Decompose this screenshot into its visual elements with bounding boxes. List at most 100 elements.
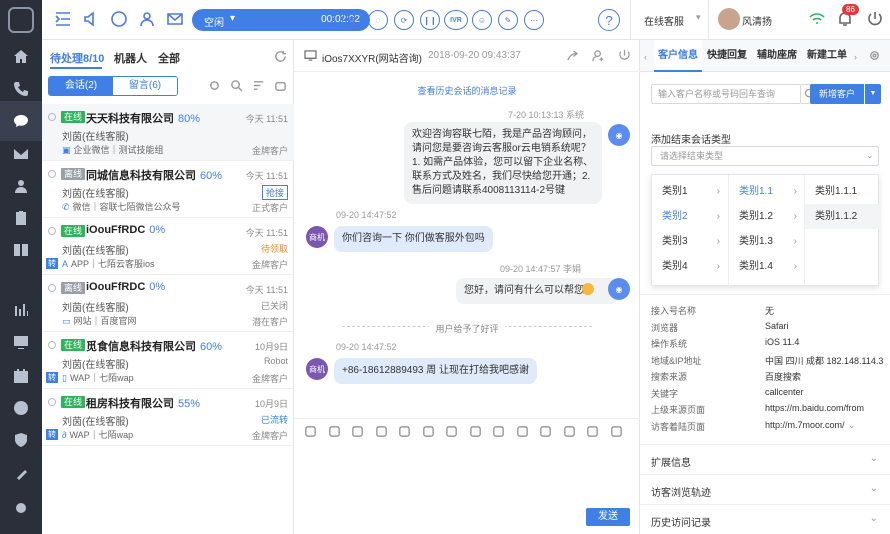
refresh-icon[interactable] — [274, 50, 288, 64]
history-link[interactable]: 查看历史会话的消息记录 — [294, 84, 640, 97]
agent-state-dropdown[interactable]: 在线客服 — [644, 13, 684, 28]
monitor-icon[interactable] — [11, 332, 31, 352]
cascader-option[interactable]: 类别2 › — [652, 204, 728, 229]
image-icon[interactable] — [375, 425, 389, 439]
new-customer-button[interactable]: 新增客户 — [810, 84, 864, 104]
section-extended-info[interactable]: 扩展信息 ⌄ — [640, 444, 890, 474]
settings-icon[interactable] — [11, 498, 31, 518]
conversation-item[interactable]: 离线 同城信息科技有限公司 60% 今天 11:51 刘茵(在线客服) 抢接 ✆ 微信｜容联七… — [42, 161, 294, 218]
gear-icon[interactable] — [868, 49, 882, 63]
session-state[interactable]: 抢接 — [261, 185, 288, 200]
agent-name[interactable]: 风清扬 — [742, 13, 772, 28]
cascader-option[interactable]: 类别4 › — [652, 254, 728, 279]
pause-icon[interactable]: ❙❙ — [420, 10, 440, 30]
power-icon[interactable] — [866, 10, 886, 30]
phone-icon[interactable] — [11, 79, 31, 99]
tab-assist[interactable]: 辅助座席 — [752, 40, 802, 72]
cascader-option[interactable]: 类别3 › — [652, 229, 728, 254]
info-row: 地域&IP地址 中国 四川 成都 182.148.114.3 — [651, 355, 884, 366]
tab-robot[interactable]: 机器人 — [114, 50, 147, 66]
video-icon[interactable] — [398, 425, 412, 439]
power-icon[interactable] — [618, 49, 632, 63]
emoji-icon[interactable] — [328, 425, 342, 439]
contacts-icon[interactable] — [11, 176, 31, 196]
conversation-item[interactable]: 在线 租房科技有限公司 55% 10月9日 刘茵(在线客服) 已流转转 ∂ WAP｜七陌wap… — [42, 389, 294, 446]
scissors-icon[interactable] — [351, 425, 365, 439]
chat-bubble-icon[interactable] — [110, 10, 130, 30]
cascader-option[interactable]: 类别1.2 › — [729, 204, 805, 229]
chat-icon[interactable] — [0, 101, 42, 141]
help-icon[interactable]: ? — [598, 9, 620, 31]
customer-search-input[interactable]: 输入客户名称或号码回车查询 — [651, 84, 801, 104]
tab-all[interactable]: 全部 — [158, 50, 180, 66]
note-icon[interactable]: ✎ — [498, 10, 518, 30]
mail-icon[interactable] — [11, 144, 31, 164]
hangup-icon[interactable]: ☎ — [342, 10, 362, 30]
conversation-item[interactable]: 在线 iOouFfRDC 0% 今天 11:51 刘茵(在线客服) 待领取转 A APP｜七陌… — [42, 218, 294, 275]
cascader-option[interactable]: 类别1.3 › — [729, 229, 805, 254]
speaker-icon[interactable] — [82, 10, 102, 30]
delete-icon[interactable] — [610, 425, 624, 439]
chevron-left-icon[interactable]: ‹ — [644, 52, 647, 62]
stats-icon[interactable] — [11, 300, 31, 320]
send-button[interactable]: 发送 — [586, 508, 630, 526]
select-radio[interactable] — [48, 341, 56, 349]
section-visitor-trail[interactable]: 访客浏览轨迹 ⌄ — [640, 474, 890, 504]
user-card-icon[interactable] — [539, 425, 553, 439]
tab-customer-info[interactable]: 客户信息 — [654, 40, 702, 72]
search-icon[interactable] — [230, 79, 244, 93]
cascader-option[interactable]: 类别1.1.1 — [805, 179, 881, 204]
cascader-option[interactable]: 类别1.1 › — [729, 179, 805, 204]
select-radio[interactable] — [48, 170, 56, 178]
leaf-icon[interactable] — [469, 425, 483, 439]
consult-icon[interactable]: ☺ — [472, 10, 492, 30]
collapse-icon[interactable] — [54, 10, 74, 30]
sort-icon[interactable] — [252, 79, 266, 93]
tab-pending[interactable]: 待处理8/10 — [50, 50, 104, 66]
lock-icon[interactable] — [516, 425, 530, 439]
users-icon[interactable] — [138, 10, 158, 30]
mail-outline-icon[interactable] — [166, 10, 186, 30]
chevron-right-icon[interactable]: › — [854, 52, 857, 62]
tab-new-ticket[interactable]: 新建工单 — [802, 40, 852, 72]
avatar[interactable] — [718, 8, 740, 30]
cascader-option[interactable]: 类别1.1.2 — [805, 204, 881, 229]
select-radio[interactable] — [48, 113, 56, 121]
conversation-item[interactable]: 在线 觅食信息科技有限公司 60% 10月9日 刘茵(在线客服) Robot 转 ▯ WAP｜七… — [42, 332, 294, 389]
book-icon[interactable] — [11, 240, 31, 260]
shield-icon[interactable] — [11, 430, 31, 450]
segment-sessions[interactable]: 会话(2) — [49, 77, 113, 95]
cascader-option[interactable]: 类别1 › — [652, 179, 728, 204]
share-icon[interactable] — [566, 49, 580, 63]
robot-icon[interactable] — [274, 79, 288, 93]
transfer-icon[interactable]: ⟳ — [394, 10, 414, 30]
bell-icon[interactable] — [445, 425, 459, 439]
end-type-select[interactable]: 请选择结束类型 — [651, 146, 879, 166]
screen-icon[interactable] — [563, 425, 577, 439]
conversation-item[interactable]: 在线 天天科技有限公司 80% 今天 11:51 刘茵(在线客服) ▣ 企业微信｜测试技能组… — [42, 104, 294, 161]
segment-messages[interactable]: 留言(6) — [113, 77, 177, 95]
gear-icon[interactable] — [208, 79, 222, 93]
robot-icon[interactable] — [586, 425, 600, 439]
conversation-item[interactable]: 离线 iOouFfRDC 0% 今天 11:51 刘茵(在线客服) 已关闭 ▭ 网站｜百度官网… — [42, 275, 294, 332]
message-icon[interactable] — [11, 398, 31, 418]
font-icon[interactable] — [304, 425, 318, 439]
home-icon[interactable] — [11, 47, 31, 67]
folder-icon[interactable] — [422, 425, 436, 439]
add-user-icon[interactable] — [592, 49, 606, 63]
ivr-button[interactable]: IVR — [444, 10, 468, 30]
select-radio[interactable] — [48, 284, 56, 292]
evaluate-icon[interactable] — [492, 425, 506, 439]
select-radio[interactable] — [48, 398, 56, 406]
new-customer-dropdown[interactable]: ▼ — [865, 84, 881, 104]
keypad-icon[interactable]: ⋯ — [524, 10, 544, 30]
select-radio[interactable] — [48, 227, 56, 235]
link-icon[interactable] — [11, 464, 31, 484]
calendar-icon[interactable] — [11, 366, 31, 386]
tab-quick-reply[interactable]: 快捷回复 — [702, 40, 752, 72]
clipboard-icon[interactable] — [11, 208, 31, 228]
hold-icon[interactable]: ◌ — [368, 10, 388, 30]
section-visit-history[interactable]: 历史访问记录 ⌄ — [640, 504, 890, 534]
cascader-option[interactable]: 类别1.4 › — [729, 254, 805, 279]
chevron-down-icon[interactable]: ⌄ — [848, 420, 856, 431]
